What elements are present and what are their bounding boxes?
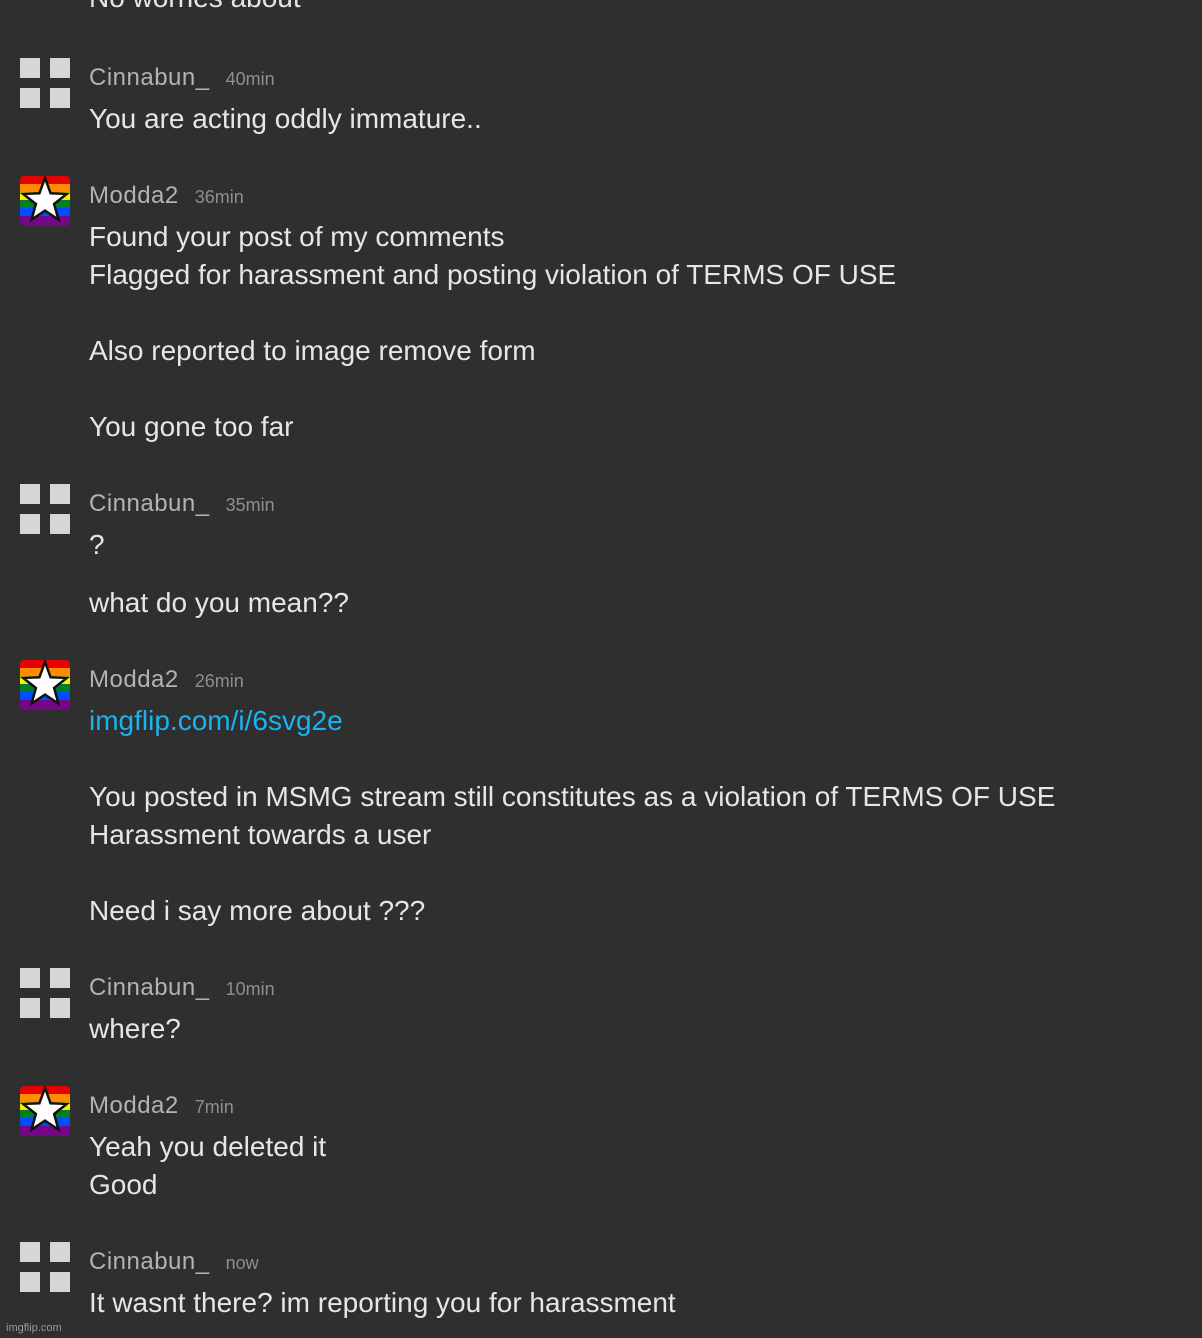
message-body: Yeah you deleted it Good: [89, 1128, 326, 1204]
username[interactable]: Modda2: [89, 182, 179, 209]
message-line: Need i say more about ???: [89, 895, 426, 926]
message-header: Modda2 26min: [89, 666, 244, 696]
username[interactable]: Cinnabun_: [89, 974, 210, 1001]
message-body: It wasnt there? im reporting you for har…: [89, 1284, 676, 1322]
message-header: Modda2 36min: [89, 182, 244, 212]
grid-icon[interactable]: [20, 484, 70, 534]
username[interactable]: Cinnabun_: [89, 1248, 210, 1275]
timestamp: 26min: [194, 671, 244, 691]
message-line: You gone too far: [89, 411, 294, 442]
message-line: what do you mean??: [89, 587, 349, 618]
message-line: where?: [89, 1013, 181, 1044]
message-body: where?: [89, 1010, 181, 1048]
rainbow-star-icon[interactable]: [20, 1086, 70, 1136]
message-header: Modda2 7min: [89, 1092, 234, 1122]
grid-icon[interactable]: [20, 1242, 70, 1292]
message-line: Yeah you deleted it: [89, 1131, 327, 1162]
timestamp: 40min: [225, 69, 275, 89]
message-header: Cinnabun_ 35min: [89, 490, 275, 520]
timestamp: now: [225, 1253, 259, 1273]
username[interactable]: Modda2: [89, 666, 179, 693]
grid-icon[interactable]: [20, 968, 70, 1018]
message-line: Harassment towards a user: [89, 819, 432, 850]
watermark: imgflip.com: [6, 1322, 62, 1334]
message-header: Cinnabun_ 10min: [89, 974, 275, 1004]
message-body: imgflip.com/i/6svg2e You posted in MSMG …: [89, 702, 1055, 930]
message-line: ?: [89, 529, 105, 560]
image-link[interactable]: imgflip.com/i/6svg2e: [89, 702, 1055, 740]
message-line: Flagged for harassment and posting viola…: [89, 259, 897, 290]
message-header: Cinnabun_ 40min: [89, 64, 275, 94]
rainbow-star-icon[interactable]: [20, 660, 70, 710]
username[interactable]: Cinnabun_: [89, 490, 210, 517]
timestamp: 10min: [225, 979, 275, 999]
grid-icon[interactable]: [20, 58, 70, 108]
username[interactable]: Cinnabun_: [89, 64, 210, 91]
message-body: ? what do you mean??: [89, 526, 349, 622]
message-header: Cinnabun_ now: [89, 1248, 259, 1278]
message-body: Found your post of my comments Flagged f…: [89, 218, 896, 446]
clipped-previous-message: No worries about: [89, 0, 301, 14]
timestamp: 35min: [225, 495, 275, 515]
message-line: You posted in MSMG stream still constitu…: [89, 781, 1056, 812]
message-body: You are acting oddly immature..: [89, 100, 482, 138]
message-line: Found your post of my comments: [89, 221, 505, 252]
message-line: You are acting oddly immature..: [89, 103, 482, 134]
message-line: It wasnt there? im reporting you for har…: [89, 1287, 676, 1318]
username[interactable]: Modda2: [89, 1092, 179, 1119]
rainbow-star-icon[interactable]: [20, 176, 70, 226]
message-line: Good: [89, 1169, 158, 1200]
message-line: Also reported to image remove form: [89, 335, 536, 366]
timestamp: 36min: [194, 187, 244, 207]
timestamp: 7min: [194, 1097, 234, 1117]
